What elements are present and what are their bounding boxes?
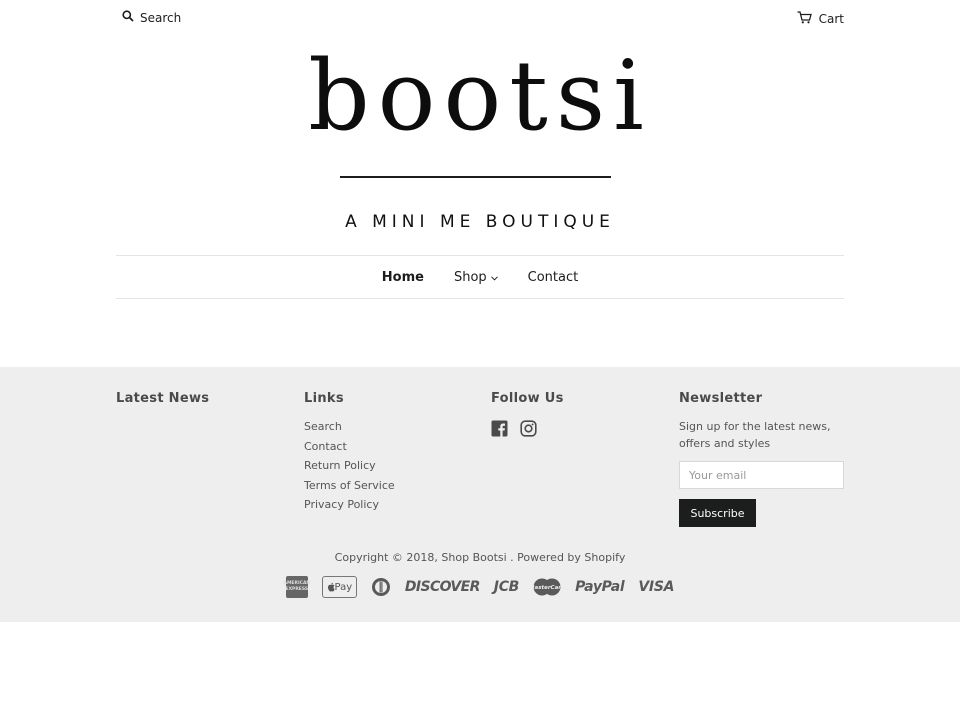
copyright-text: Copyright © 2018, Shop Bootsi . Powered … bbox=[334, 551, 626, 564]
facebook-icon[interactable] bbox=[491, 420, 508, 437]
logo-underline bbox=[340, 176, 611, 178]
visa-icon: VISA bbox=[638, 579, 675, 595]
jcb-icon: JCB bbox=[493, 579, 520, 595]
nav-divider-bottom bbox=[116, 298, 844, 299]
site-tagline: A MINI ME BOUTIQUE bbox=[345, 212, 615, 232]
footer-link-privacy-policy[interactable]: Privacy Policy bbox=[304, 498, 395, 512]
footer-newsletter: Newsletter Sign up for the latest news, … bbox=[679, 391, 844, 527]
instagram-icon[interactable] bbox=[520, 420, 537, 437]
footer-link-search[interactable]: Search bbox=[304, 420, 395, 434]
footer-link-return-policy[interactable]: Return Policy bbox=[304, 459, 395, 473]
nav-home-label: Home bbox=[381, 269, 424, 285]
apple-pay-label: Pay bbox=[334, 581, 353, 593]
header-search-label: Search bbox=[140, 10, 182, 25]
diners-club-icon bbox=[371, 577, 391, 597]
payment-icons: AMERICAN EXPRESS Pay DISCOVER JCB Master… bbox=[0, 576, 960, 598]
discover-icon: DISCOVER bbox=[404, 579, 481, 595]
follow-us-heading: Follow Us bbox=[491, 391, 564, 406]
cart-icon bbox=[797, 11, 812, 27]
footer-links: Links Search Contact Return Policy Terms… bbox=[304, 391, 395, 518]
search-icon bbox=[122, 10, 134, 25]
mastercard-icon: MasterCard bbox=[533, 578, 561, 596]
newsletter-description: Sign up for the latest news, offers and … bbox=[679, 420, 831, 450]
links-heading: Links bbox=[304, 391, 344, 406]
newsletter-email-input[interactable] bbox=[679, 461, 844, 489]
nav-item-home[interactable]: Home bbox=[382, 270, 424, 285]
nav-item-shop[interactable]: Shop bbox=[454, 270, 498, 285]
nav-contact-label: Contact bbox=[527, 269, 579, 285]
svg-text:MasterCard: MasterCard bbox=[533, 585, 561, 591]
amex-icon: AMERICAN EXPRESS bbox=[283, 576, 310, 598]
nav-item-contact[interactable]: Contact bbox=[528, 270, 579, 285]
header-search-link[interactable]: Search bbox=[122, 10, 181, 25]
site-logo[interactable]: bootsi bbox=[0, 36, 960, 156]
header-cart-label: Cart bbox=[818, 12, 844, 26]
chevron-down-icon bbox=[490, 270, 498, 285]
footer-link-terms-of-service[interactable]: Terms of Service bbox=[304, 479, 395, 493]
latest-news-heading: Latest News bbox=[116, 391, 210, 406]
subscribe-button[interactable]: Subscribe bbox=[679, 499, 756, 527]
newsletter-heading: Newsletter bbox=[679, 391, 763, 406]
footer-latest-news: Latest News bbox=[116, 391, 209, 420]
footer-follow-us: Follow Us bbox=[491, 391, 564, 437]
header-cart-link[interactable]: Cart bbox=[797, 11, 844, 27]
nav-shop-label: Shop bbox=[453, 269, 487, 285]
paypal-icon: PayPal bbox=[575, 579, 625, 595]
main-nav: Home Shop Contact bbox=[116, 256, 844, 298]
footer-link-contact[interactable]: Contact bbox=[304, 440, 395, 454]
apple-pay-icon: Pay bbox=[321, 576, 357, 598]
